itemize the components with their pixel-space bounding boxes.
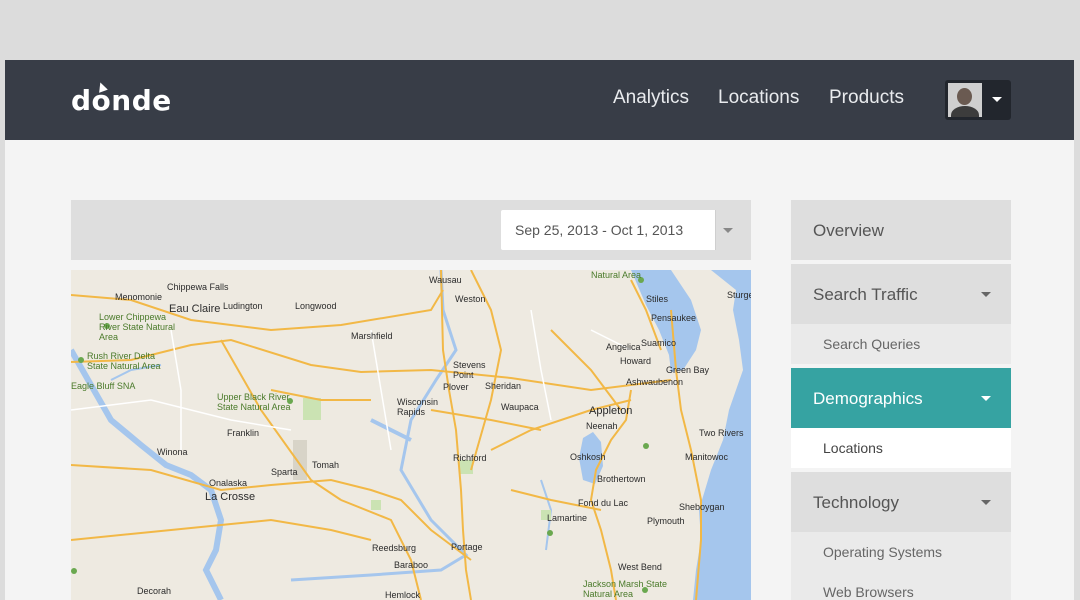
sidebar-item-technology[interactable]: Technology [791, 472, 1011, 532]
map-label: Howard [620, 356, 652, 366]
sidebar-item-label: Technology [813, 493, 900, 512]
chevron-down-icon [981, 292, 991, 297]
map-label: Longwood [295, 301, 337, 311]
nav-products[interactable]: Products [829, 87, 904, 109]
map-label: Oshkosh [570, 452, 606, 462]
logo-text: donde [71, 84, 172, 117]
map-label: Sturgeon [727, 290, 751, 300]
app-frame: donde ▲ Analytics Locations Products Sep… [5, 60, 1074, 600]
sidebar-subitem-search-queries[interactable]: Search Queries [791, 324, 1011, 364]
map-label: Manitowoc [685, 452, 729, 462]
map-label: Upper Black River State Natural Area [217, 392, 291, 412]
avatar [948, 83, 982, 117]
map-label: Two Rivers [699, 428, 744, 438]
map-label: Rush River Delta State Natural Area [87, 351, 161, 371]
user-menu-button[interactable] [945, 80, 1011, 120]
map-label: Natural Area [591, 270, 642, 280]
map-label: Sheboygan [679, 502, 725, 512]
map-label: Lamartine [547, 513, 588, 523]
map-label: Weston [455, 294, 486, 304]
map-label: Richford [453, 453, 487, 463]
map-label: Wausau [429, 275, 462, 285]
sidebar-subitem-label: Locations [823, 440, 883, 456]
map-label: Angelica [606, 342, 641, 352]
map-label: Wisconsin Rapids [397, 397, 439, 417]
map-label: Plymouth [647, 516, 685, 526]
top-navbar: donde ▲ Analytics Locations Products [5, 60, 1074, 140]
sidebar-subitem-label: Operating Systems [823, 544, 943, 560]
map-label: Marshfield [351, 331, 393, 341]
chevron-down-icon [992, 97, 1002, 102]
date-range-dropdown-button[interactable] [715, 210, 741, 250]
map-label: Suamico [641, 338, 677, 348]
map-label: Neenah [586, 421, 618, 431]
map-label: Plover [443, 382, 469, 392]
sidebar-subitem-operating-systems[interactable]: Operating Systems [791, 532, 1011, 572]
map-label: Tomah [312, 460, 340, 470]
map-view[interactable]: Wausau Natural Area Stiles Chippewa Fall… [71, 270, 751, 600]
map-label: Pensaukee [651, 313, 697, 323]
map-label: Ludington [223, 301, 263, 311]
map-label: Stevens Point [453, 360, 486, 380]
map-label: Jackson Marsh State Natural Area [583, 579, 668, 599]
sidebar-item-demographics[interactable]: Demographics [791, 368, 1011, 428]
sidebar-item-overview[interactable]: Overview [791, 200, 1011, 260]
map-label: Hemlock [385, 590, 421, 600]
map-label: Fond du Lac [578, 498, 629, 508]
map-label: Eagle Bluff SNA [71, 381, 136, 391]
nav-locations[interactable]: Locations [718, 87, 799, 109]
map-label: Green Bay [666, 365, 710, 375]
sidebar-item-search-traffic[interactable]: Search Traffic [791, 264, 1011, 324]
map-label: Reedsburg [372, 543, 417, 553]
map-label: Portage [451, 542, 483, 552]
map-label: Franklin [227, 428, 260, 438]
date-range-picker[interactable]: Sep 25, 2013 - Oct 1, 2013 [501, 210, 741, 250]
chevron-down-icon [981, 396, 991, 401]
nav-analytics[interactable]: Analytics [613, 87, 689, 109]
map-label: Lower Chippewa River State Natural Area [99, 312, 176, 342]
sidebar-subitem-web-browsers[interactable]: Web Browsers [791, 572, 1011, 600]
map-label: Decorah [137, 586, 172, 596]
map-label: Baraboo [394, 560, 429, 570]
map-label: Sparta [271, 467, 298, 477]
date-range-value: Sep 25, 2013 - Oct 1, 2013 [515, 222, 684, 238]
map-label: Ashwaubenon [626, 377, 684, 387]
map-label: Onalaska [209, 478, 248, 488]
sidebar-item-label: Demographics [813, 389, 923, 408]
chevron-down-icon [723, 228, 733, 233]
map-label: Winona [157, 447, 188, 457]
map-label: Brothertown [597, 474, 646, 484]
map-toolbar: Sep 25, 2013 - Oct 1, 2013 [71, 200, 751, 260]
map-label: Appleton [589, 405, 633, 417]
map-label: Stiles [646, 294, 669, 304]
map-label: West Bend [618, 562, 662, 572]
map-label: Sheridan [485, 381, 522, 391]
map-label: Waupaca [501, 402, 539, 412]
sidebar-subitem-label: Search Queries [823, 336, 921, 352]
sidebar-subitem-locations[interactable]: Locations [791, 428, 1011, 468]
sidebar-item-label: Overview [813, 221, 884, 240]
sidebar-item-label: Search Traffic [813, 285, 918, 304]
sidebar-subitem-label: Web Browsers [823, 584, 914, 600]
map-label: Menomonie [115, 292, 163, 302]
map-label: Chippewa Falls [167, 282, 229, 292]
chevron-down-icon [981, 500, 991, 505]
map-label: La Crosse [205, 491, 256, 503]
donde-logo[interactable]: donde ▲ [71, 78, 172, 117]
